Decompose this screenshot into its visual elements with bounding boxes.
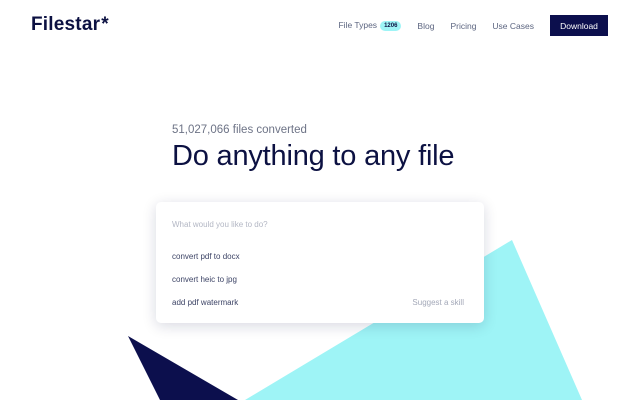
suggestion-item[interactable]: add pdf watermark <box>172 298 238 307</box>
files-converted-counter: 51,027,066 files converted <box>172 124 307 136</box>
search-card: convert pdf to docx convert heic to jpg … <box>156 202 484 323</box>
nav-pricing[interactable]: Pricing <box>450 21 476 31</box>
hero: 51,027,066 files converted Do anything t… <box>172 124 455 173</box>
search-input[interactable] <box>172 214 468 234</box>
nav-file-types[interactable]: File Types 1206 <box>338 20 402 31</box>
nav-use-cases[interactable]: Use Cases <box>492 21 534 31</box>
navy-triangle-shape <box>128 336 238 400</box>
download-button[interactable]: Download <box>550 15 608 36</box>
page-title: Do anything to any file <box>172 140 455 172</box>
suggestion-item[interactable]: convert pdf to docx <box>172 252 240 261</box>
suggest-skill-link[interactable]: Suggest a skill <box>412 298 464 307</box>
file-types-count-badge: 1206 <box>380 21 402 31</box>
site-header: Filestar* File Types 1206 Blog Pricing Us… <box>0 0 640 52</box>
logo-text: Filestar <box>31 14 101 35</box>
nav-blog[interactable]: Blog <box>417 21 434 31</box>
suggestion-item[interactable]: convert heic to jpg <box>172 275 237 284</box>
background-shapes <box>128 240 582 400</box>
filestar-logo[interactable]: Filestar* <box>31 14 109 36</box>
logo-asterisk: * <box>101 14 109 35</box>
nav-file-types-label: File Types <box>338 20 378 30</box>
main-nav: File Types 1206 Blog Pricing Use Cases Do… <box>338 15 608 36</box>
